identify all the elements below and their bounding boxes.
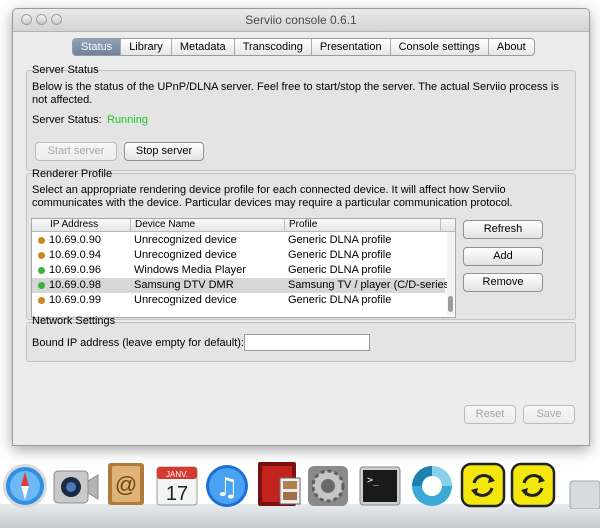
calendar-icon[interactable]: JANV. 17: [154, 461, 200, 507]
table-scrollbar[interactable]: [447, 232, 454, 316]
table-row[interactable]: 10.69.0.96 Windows Media Player Generic …: [32, 263, 445, 278]
column-divider[interactable]: [130, 219, 131, 231]
column-divider[interactable]: [284, 219, 285, 231]
tab-transcoding[interactable]: Transcoding: [235, 39, 312, 55]
renderer-profile-description-line2: communicates with the device. Particular…: [32, 197, 513, 209]
row-device-name: Samsung DTV DMR: [134, 279, 234, 291]
device-status-dot-icon: [38, 282, 45, 289]
partial-dock-icon[interactable]: [566, 477, 600, 509]
app-icon[interactable]: [409, 463, 455, 509]
calendar-month: JANV.: [166, 470, 188, 479]
renderer-profile-title: Renderer Profile: [32, 168, 113, 180]
server-status-label: Server Status:: [32, 114, 102, 126]
system-preferences-icon[interactable]: [305, 463, 351, 509]
row-ip: 10.69.0.99: [49, 294, 101, 306]
row-ip: 10.69.0.98: [49, 279, 101, 291]
stop-server-button[interactable]: Stop server: [124, 142, 204, 161]
dock: @ JANV. 17 ♫ >_: [0, 455, 600, 528]
refresh-button[interactable]: Refresh: [463, 220, 543, 239]
remove-button[interactable]: Remove: [463, 273, 543, 292]
tab-metadata[interactable]: Metadata: [172, 39, 235, 55]
reset-button[interactable]: Reset: [464, 405, 516, 424]
renderer-table: IP Address Device Name Profile 10.69.0.9…: [31, 218, 456, 318]
row-profile[interactable]: Generic DLNA profile: [288, 248, 391, 263]
row-device-name: Unrecognized device: [134, 234, 237, 246]
bound-ip-field[interactable]: [244, 334, 370, 351]
row-profile[interactable]: Generic DLNA profile: [288, 263, 391, 278]
row-ip: 10.69.0.94: [49, 249, 101, 261]
svg-text:@: @: [115, 472, 137, 497]
row-ip: 10.69.0.90: [49, 234, 101, 246]
tab-status[interactable]: Status: [73, 39, 122, 55]
server-status-value: Running: [107, 114, 148, 126]
server-status-description-line2: not affected.: [32, 94, 93, 106]
row-device-name: Unrecognized device: [134, 249, 237, 261]
row-device-name: Windows Media Player: [134, 264, 246, 276]
tab-library[interactable]: Library: [121, 39, 172, 55]
serviio-icon[interactable]: [459, 461, 507, 509]
table-row[interactable]: 10.69.0.99 Unrecognized device Generic D…: [32, 293, 445, 308]
photo-booth-icon[interactable]: [254, 460, 302, 508]
serviio-console-window: Serviio console 0.6.1 Status Library Met…: [12, 8, 590, 446]
window-title: Serviio console 0.6.1: [245, 13, 357, 27]
itunes-icon[interactable]: ♫: [204, 463, 250, 509]
column-header-device-name[interactable]: Device Name: [135, 219, 195, 231]
calendar-day: 17: [166, 483, 188, 505]
address-book-icon[interactable]: @: [104, 461, 148, 507]
column-divider[interactable]: [440, 219, 441, 231]
server-status-description-line1: Below is the status of the UPnP/DLNA ser…: [32, 81, 559, 93]
svg-text:♫: ♫: [215, 473, 238, 503]
server-status-title: Server Status: [32, 64, 99, 76]
svg-text:>_: >_: [367, 475, 380, 486]
row-profile[interactable]: Samsung TV / player (C/D-series): [288, 278, 453, 293]
device-status-dot-icon: [38, 237, 45, 244]
table-row[interactable]: 10.69.0.94 Unrecognized device Generic D…: [32, 248, 445, 263]
column-header-profile[interactable]: Profile: [289, 219, 317, 231]
safari-icon[interactable]: [2, 463, 48, 509]
bound-ip-label: Bound IP address (leave empty for defaul…: [32, 337, 244, 349]
table-row[interactable]: 10.69.0.90 Unrecognized device Generic D…: [32, 233, 445, 248]
row-ip: 10.69.0.96: [49, 264, 101, 276]
terminal-icon[interactable]: >_: [357, 463, 403, 509]
network-settings-title: Network Settings: [32, 315, 116, 327]
tab-about[interactable]: About: [489, 39, 534, 55]
serviio-icon[interactable]: [509, 461, 557, 509]
row-device-name: Unrecognized device: [134, 294, 237, 306]
start-server-button[interactable]: Start server: [35, 142, 117, 161]
tab-console-settings[interactable]: Console settings: [391, 39, 489, 55]
device-status-dot-icon: [38, 267, 45, 274]
save-button[interactable]: Save: [523, 405, 575, 424]
row-profile[interactable]: Generic DLNA profile: [288, 233, 391, 248]
tab-bar: Status Library Metadata Transcoding Pres…: [72, 38, 535, 56]
column-header-ip[interactable]: IP Address: [50, 219, 98, 231]
device-status-dot-icon: [38, 252, 45, 259]
tab-presentation[interactable]: Presentation: [312, 39, 391, 55]
title-bar: Serviio console 0.6.1: [13, 9, 589, 32]
facetime-icon[interactable]: [52, 467, 100, 507]
add-button[interactable]: Add: [463, 247, 543, 266]
table-header: IP Address Device Name Profile: [32, 219, 455, 232]
renderer-profile-description-line1: Select an appropriate rendering device p…: [32, 184, 506, 196]
table-row-selected[interactable]: 10.69.0.98 Samsung DTV DMR Samsung TV / …: [32, 278, 453, 293]
scrollbar-thumb[interactable]: [448, 296, 453, 312]
device-status-dot-icon: [38, 297, 45, 304]
row-profile[interactable]: Generic DLNA profile: [288, 293, 391, 308]
